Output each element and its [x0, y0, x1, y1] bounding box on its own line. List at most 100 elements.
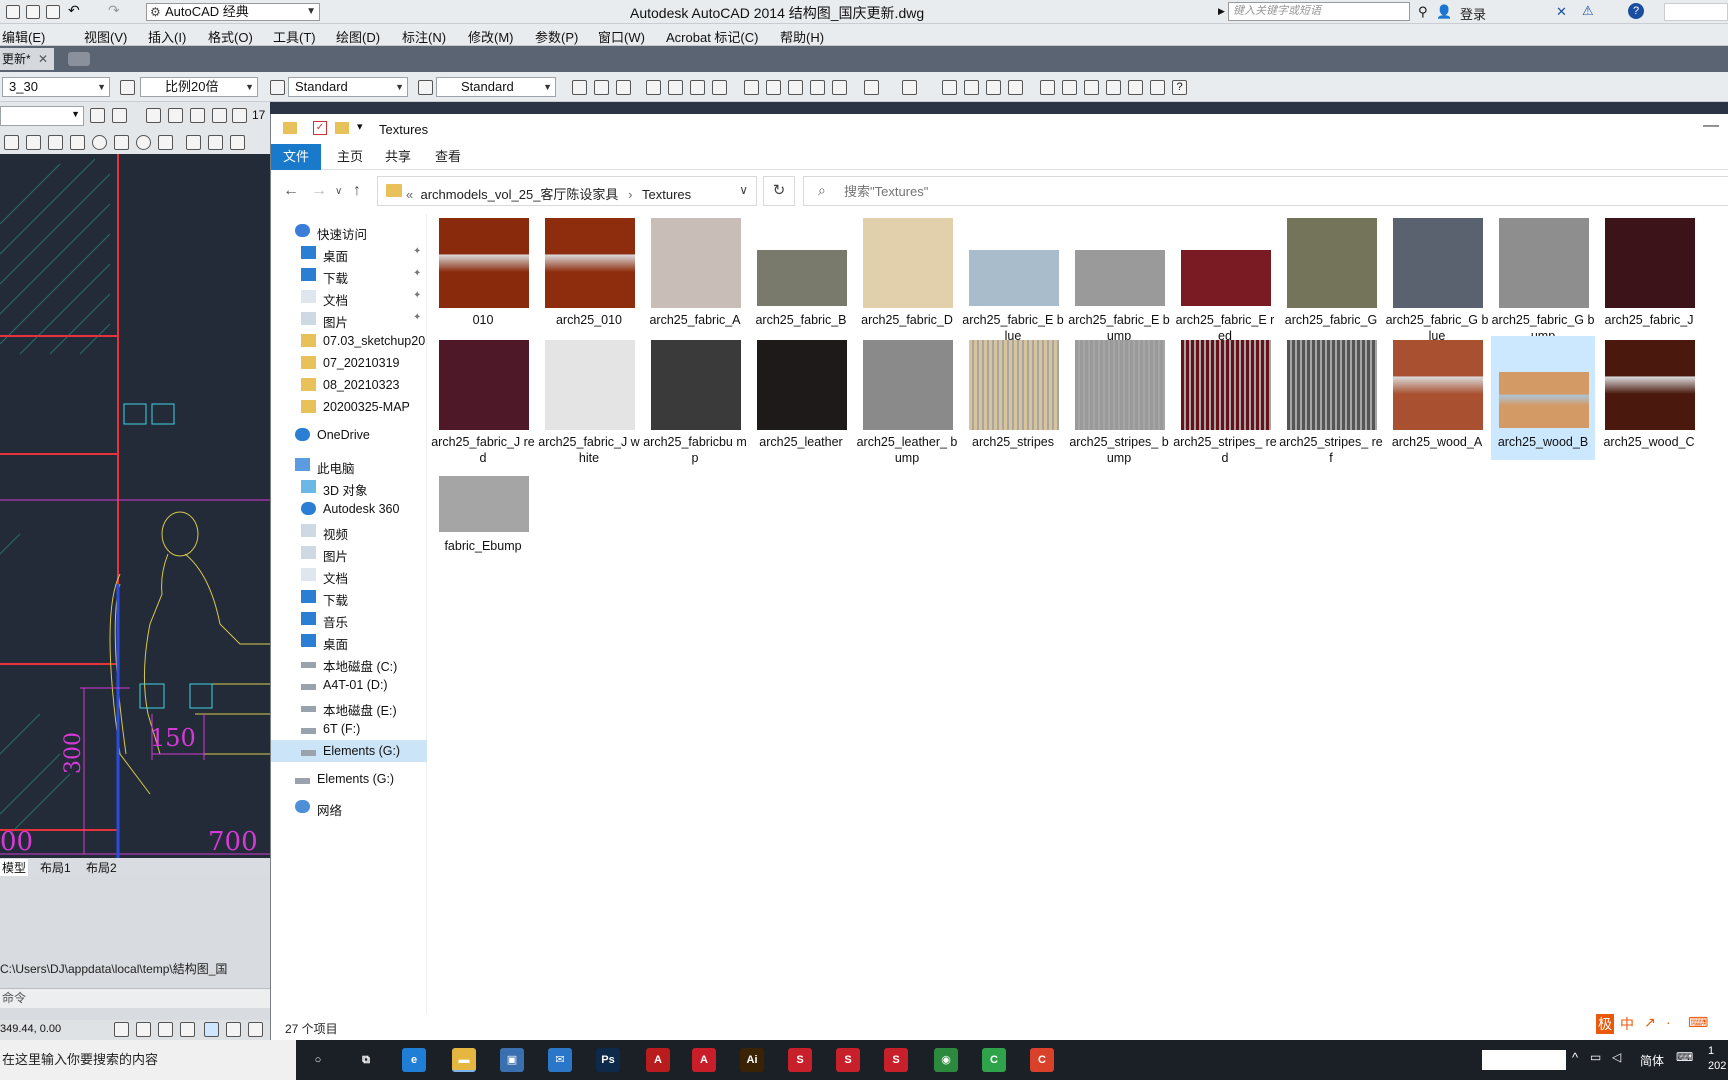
dim-style-icon[interactable] — [418, 80, 433, 95]
file-item[interactable]: arch25_leather — [749, 336, 853, 460]
menu-edit[interactable]: 编辑(E) — [2, 27, 45, 46]
file-item[interactable]: arch25_fabricbu mp — [643, 336, 747, 465]
file-item[interactable]: arch25_stripes — [961, 336, 1065, 460]
file-item[interactable]: arch25_fabric_B — [749, 214, 853, 338]
redo-icon[interactable] — [902, 80, 917, 95]
line-icon[interactable] — [4, 135, 19, 150]
ducs-icon[interactable] — [248, 1022, 263, 1037]
exchange-icon[interactable]: ✕ — [1556, 4, 1567, 20]
tray-input-box[interactable] — [1482, 1050, 1566, 1070]
acrobat-icon[interactable]: A — [646, 1048, 670, 1072]
file-item[interactable]: arch25_fabric_E blue — [961, 214, 1065, 343]
dim-linear-icon[interactable] — [186, 135, 201, 150]
tab-view[interactable]: 查看 — [423, 144, 473, 170]
camtasia-green-icon[interactable]: C — [982, 1048, 1006, 1072]
tab-share[interactable]: 共享 — [373, 144, 423, 170]
nav-item[interactable]: 下载 ✦ — [271, 264, 427, 286]
zoom-previous-icon[interactable] — [1008, 80, 1023, 95]
nav-item[interactable]: 3D 对象 — [271, 476, 427, 498]
text-style-combo[interactable]: Standard ▼ — [288, 77, 408, 97]
layer-state-icon[interactable] — [112, 108, 127, 123]
ortho-icon[interactable] — [158, 1022, 173, 1037]
zoom-window-icon[interactable] — [986, 80, 1001, 95]
file-item[interactable]: arch25_wood_A — [1385, 336, 1489, 460]
layer-settings-icon[interactable] — [90, 108, 105, 123]
cortana-icon[interactable]: ○ — [306, 1048, 330, 1072]
brush-icon[interactable] — [120, 80, 135, 95]
file-item[interactable]: arch25_leather_ bump — [855, 336, 959, 465]
menu-parametric[interactable]: 参数(P) — [535, 27, 578, 46]
layer-combo[interactable]: ▼ — [0, 106, 84, 126]
file-item[interactable]: arch25_stripes_ bump — [1067, 336, 1171, 465]
tray-chevron-up-icon[interactable]: ^ — [1572, 1050, 1578, 1065]
chevron-down-icon[interactable]: ∨ — [739, 183, 748, 197]
file-item[interactable]: arch25_fabric_G — [1279, 214, 1383, 338]
tab-layout2[interactable]: 布局2 — [86, 859, 117, 876]
breadcrumb-item[interactable]: archmodels_vol_25_客厅陈设家具 — [420, 187, 618, 202]
nav-item[interactable]: Elements (G:) — [271, 740, 427, 762]
search-input[interactable] — [844, 177, 1714, 205]
save-icon[interactable] — [616, 80, 631, 95]
help-search-input[interactable]: 键入关键字或短语 — [1228, 2, 1410, 21]
breadcrumb-item-current[interactable]: Textures — [642, 187, 691, 202]
nav-item[interactable]: 此电脑 — [271, 454, 427, 476]
recent-locations-icon[interactable]: ∨ — [335, 186, 342, 197]
autocad-icon[interactable]: A — [692, 1048, 716, 1072]
layer-prop-icon[interactable] — [146, 108, 161, 123]
ime-moon-icon[interactable]: ↗ — [1644, 1014, 1656, 1031]
nav-item[interactable]: 本地磁盘 (C:) — [271, 652, 427, 674]
document-tab[interactable]: 更新* ✕ — [0, 48, 54, 70]
triangle-icon[interactable] — [158, 135, 173, 150]
undo-icon[interactable] — [864, 80, 879, 95]
ime-punct-icon[interactable]: · — [1666, 1014, 1671, 1030]
ime-logo[interactable]: 极 — [1596, 1014, 1614, 1034]
store-icon[interactable]: ▣ — [500, 1048, 524, 1072]
nav-item[interactable]: 图片 ✦ — [271, 308, 427, 330]
file-item[interactable]: arch25_wood_B — [1491, 336, 1595, 460]
login-button[interactable]: 登录 — [1460, 4, 1486, 23]
zoom-realtime-icon[interactable] — [964, 80, 979, 95]
keyboard-icon[interactable]: ⌨ — [1676, 1050, 1693, 1064]
pin-icon[interactable]: ✦ — [413, 290, 421, 301]
task-view-icon[interactable]: ⧉ — [354, 1048, 378, 1072]
dim-aligned-icon[interactable] — [208, 135, 223, 150]
menu-view[interactable]: 视图(V) — [84, 27, 127, 46]
menu-draw[interactable]: 绘图(D) — [336, 27, 380, 46]
polyline-icon[interactable] — [26, 135, 41, 150]
pin-icon[interactable]: ✦ — [413, 268, 421, 279]
file-item[interactable]: arch25_fabric_A — [643, 214, 747, 338]
nav-item[interactable]: 07_20210319 — [271, 352, 427, 374]
nav-item[interactable]: Autodesk 360 — [271, 498, 427, 520]
dim-baseline-icon[interactable] — [230, 135, 245, 150]
nav-item[interactable]: 本地磁盘 (E:) — [271, 696, 427, 718]
file-item[interactable]: arch25_fabric_J red — [431, 336, 535, 465]
text-style-icon[interactable] — [270, 80, 285, 95]
file-item[interactable]: arch25_fabric_G bump — [1491, 214, 1595, 343]
help-icon[interactable]: ? — [1628, 3, 1644, 19]
ime-chinese-mode[interactable]: 中 — [1620, 1014, 1634, 1034]
file-item[interactable]: arch25_fabric_G blue — [1385, 214, 1489, 343]
nav-item[interactable]: 图片 — [271, 542, 427, 564]
user-icon[interactable]: 👤 — [1436, 4, 1452, 20]
customize-qat-icon[interactable]: ▾ — [357, 120, 363, 133]
properties-icon[interactable] — [1040, 80, 1055, 95]
dim-style-combo[interactable]: Standard ▼ — [436, 77, 556, 97]
file-item[interactable]: arch25_010 — [537, 214, 641, 338]
tool-palettes-icon[interactable] — [1084, 80, 1099, 95]
print-icon[interactable] — [46, 5, 60, 19]
address-bar[interactable]: « archmodels_vol_25_客厅陈设家具 › Textures ∨ — [377, 176, 757, 206]
nav-item[interactable]: 桌面 ✦ — [271, 242, 427, 264]
match-icon[interactable] — [810, 80, 825, 95]
scale-combo[interactable]: 比例20倍 ▼ — [140, 77, 258, 97]
sheet-set-icon[interactable] — [1106, 80, 1121, 95]
clock[interactable]: 1 202 — [1708, 1044, 1726, 1074]
command-input[interactable]: 命令 — [0, 988, 270, 1008]
nav-item[interactable]: 文档 ✦ — [271, 286, 427, 308]
window-controls[interactable] — [1664, 3, 1728, 21]
block-icon[interactable] — [832, 80, 847, 95]
tab-model[interactable]: 模型 — [0, 859, 29, 876]
pin-icon[interactable]: ✦ — [413, 312, 421, 323]
linetype-combo[interactable]: 3_30 ▼ — [2, 77, 110, 97]
close-icon[interactable]: ✕ — [38, 48, 48, 70]
pan-icon[interactable] — [942, 80, 957, 95]
